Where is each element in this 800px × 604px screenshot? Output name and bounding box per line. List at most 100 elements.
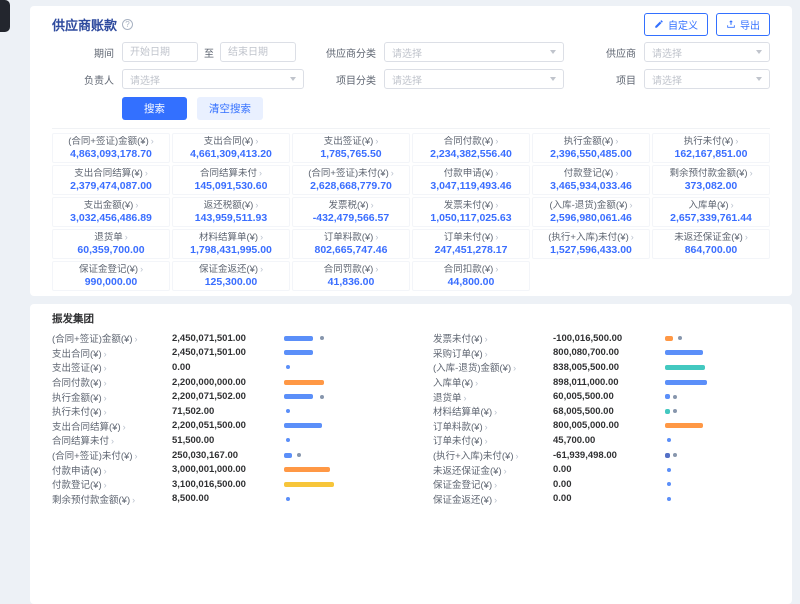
metric-bar bbox=[284, 438, 389, 443]
stat-item[interactable]: 合同付款(¥)›2,234,382,556.40 bbox=[412, 133, 530, 163]
chevron-right-icon: › bbox=[259, 168, 262, 178]
metric-label[interactable]: 订单料款(¥)› bbox=[433, 419, 553, 433]
metric-bar-segment bbox=[284, 482, 334, 487]
stat-item[interactable]: 保证金登记(¥)›990,000.00 bbox=[52, 261, 170, 291]
chevron-right-icon: › bbox=[391, 168, 394, 178]
stat-item[interactable]: 执行未付(¥)›162,167,851.00 bbox=[652, 133, 770, 163]
stat-item[interactable]: (合同+签证)未付(¥)›2,628,668,779.70 bbox=[292, 165, 410, 195]
metric-label[interactable]: 支出签证(¥)› bbox=[52, 360, 172, 374]
metric-bar bbox=[665, 423, 770, 428]
metric-label[interactable]: 支出合同(¥)› bbox=[52, 346, 172, 360]
chevron-right-icon: › bbox=[255, 200, 258, 210]
stat-item[interactable]: 返还税额(¥)›143,959,511.93 bbox=[172, 197, 290, 227]
metric-label[interactable]: 执行金额(¥)› bbox=[52, 390, 172, 404]
chevron-right-icon: › bbox=[485, 422, 488, 432]
help-icon[interactable]: ? bbox=[122, 19, 133, 30]
metric-label[interactable]: (入库-退货)金额(¥)› bbox=[433, 360, 553, 374]
metric-label[interactable]: 采购订单(¥)› bbox=[433, 346, 553, 360]
stat-label: 合同罚款(¥)› bbox=[294, 264, 408, 275]
metric-label[interactable]: 退货单› bbox=[433, 390, 553, 404]
metric-value: 0.00 bbox=[553, 464, 657, 475]
customize-button[interactable]: 自定义 bbox=[644, 13, 708, 36]
stat-item[interactable]: 发票未付(¥)›1,050,117,025.63 bbox=[412, 197, 530, 227]
metric-label[interactable]: 未返还保证金(¥)› bbox=[433, 463, 553, 477]
chevron-right-icon: › bbox=[631, 232, 634, 242]
metric-bar-segment bbox=[665, 365, 705, 370]
metric-label[interactable]: 保证金登记(¥)› bbox=[433, 477, 553, 491]
metric-bar bbox=[665, 336, 770, 341]
search-button[interactable]: 搜索 bbox=[122, 97, 187, 120]
supplier-category-select[interactable]: 请选择 bbox=[384, 42, 564, 62]
stat-value: 1,798,431,995.00 bbox=[174, 244, 288, 256]
export-button[interactable]: 导出 bbox=[716, 13, 770, 36]
metric-row: 保证金返还(¥)›0.00 bbox=[433, 492, 770, 507]
end-date-input[interactable] bbox=[220, 42, 296, 62]
metric-value: 250,030,167.00 bbox=[172, 450, 276, 461]
stat-item[interactable]: (合同+签证)金额(¥)›4,863,093,178.70 bbox=[52, 133, 170, 163]
metric-label[interactable]: 入库单(¥)› bbox=[433, 375, 553, 389]
supplier-select[interactable]: 请选择 bbox=[644, 42, 770, 62]
metric-label[interactable]: 保证金返还(¥)› bbox=[433, 492, 553, 506]
stat-item[interactable]: 支出合同(¥)›4,661,309,413.20 bbox=[172, 133, 290, 163]
stat-item[interactable]: 支出合同结算(¥)›2,379,474,087.00 bbox=[52, 165, 170, 195]
metric-value: -100,016,500.00 bbox=[553, 333, 657, 344]
chevron-right-icon: › bbox=[475, 378, 478, 388]
stat-item[interactable]: (执行+入库)未付(¥)›1,527,596,433.00 bbox=[532, 229, 650, 259]
stat-item[interactable]: 剩余预付款金额(¥)›373,082.00 bbox=[652, 165, 770, 195]
stat-value: 4,863,093,178.70 bbox=[54, 148, 168, 160]
chevron-down-icon bbox=[550, 50, 556, 54]
stat-item[interactable]: 入库单(¥)›2,657,339,761.44 bbox=[652, 197, 770, 227]
stat-item[interactable]: 付款登记(¥)›3,465,934,033.46 bbox=[532, 165, 650, 195]
stat-item[interactable]: 退货单›60,359,700.00 bbox=[52, 229, 170, 259]
stat-item[interactable]: 订单未付(¥)›247,451,278.17 bbox=[412, 229, 530, 259]
metric-label[interactable]: 订单未付(¥)› bbox=[433, 433, 553, 447]
stat-item[interactable]: 支出金额(¥)›3,032,456,486.89 bbox=[52, 197, 170, 227]
stat-item[interactable]: 支出签证(¥)›1,785,765.50 bbox=[292, 133, 410, 163]
project-select[interactable]: 请选择 bbox=[644, 69, 770, 89]
stat-label: 材料结算单(¥)› bbox=[174, 232, 288, 243]
group-right-column: 发票未付(¥)›-100,016,500.00采购订单(¥)›800,080,7… bbox=[433, 331, 770, 506]
project-category-select[interactable]: 请选择 bbox=[384, 69, 564, 89]
chevron-right-icon: › bbox=[731, 200, 734, 210]
metric-label[interactable]: 付款申请(¥)› bbox=[52, 463, 172, 477]
stat-item[interactable]: 合同结算未付›145,091,530.60 bbox=[172, 165, 290, 195]
metric-value: 898,011,000.00 bbox=[553, 377, 657, 388]
stat-item[interactable]: 订单料款(¥)›802,665,747.46 bbox=[292, 229, 410, 259]
stat-value: 2,234,382,556.40 bbox=[414, 148, 528, 160]
stat-value: 1,527,596,433.00 bbox=[534, 244, 648, 256]
chevron-right-icon: › bbox=[735, 136, 738, 146]
metric-label[interactable]: 合同结算未付› bbox=[52, 433, 172, 447]
chevron-right-icon: › bbox=[513, 363, 516, 373]
start-date-input[interactable] bbox=[122, 42, 198, 62]
metric-bar bbox=[284, 350, 389, 355]
sidebar-drawer-handle[interactable] bbox=[0, 0, 10, 32]
metric-label[interactable]: 支出合同结算(¥)› bbox=[52, 419, 172, 433]
stat-item[interactable]: 合同罚款(¥)›41,836.00 bbox=[292, 261, 410, 291]
stat-item[interactable]: 材料结算单(¥)›1,798,431,995.00 bbox=[172, 229, 290, 259]
owner-select[interactable]: 请选择 bbox=[122, 69, 304, 89]
stat-item[interactable]: 发票税(¥)›-432,479,566.57 bbox=[292, 197, 410, 227]
metric-label[interactable]: 发票未付(¥)› bbox=[433, 331, 553, 345]
metric-label[interactable]: 合同付款(¥)› bbox=[52, 375, 172, 389]
metric-label[interactable]: 执行未付(¥)› bbox=[52, 404, 172, 418]
metric-bar bbox=[284, 482, 389, 487]
stat-item[interactable]: 付款申请(¥)›3,047,119,493.46 bbox=[412, 165, 530, 195]
metric-label[interactable]: 剩余预付款金额(¥)› bbox=[52, 492, 172, 506]
stat-label: (合同+签证)金额(¥)› bbox=[54, 136, 168, 147]
metric-bar bbox=[284, 380, 389, 385]
stat-item[interactable]: 保证金返还(¥)›125,300.00 bbox=[172, 261, 290, 291]
stat-item[interactable]: 未返还保证金(¥)›864,700.00 bbox=[652, 229, 770, 259]
metric-label[interactable]: (合同+签证)未付(¥)› bbox=[52, 448, 172, 462]
export-icon bbox=[726, 19, 736, 29]
stat-item[interactable]: 合同扣款(¥)›44,800.00 bbox=[412, 261, 530, 291]
stat-item[interactable]: (入库-退货)金额(¥)›2,596,980,061.46 bbox=[532, 197, 650, 227]
stat-item[interactable]: 执行金额(¥)›2,396,550,485.00 bbox=[532, 133, 650, 163]
stat-value: 44,800.00 bbox=[414, 276, 528, 288]
metric-row: 付款登记(¥)›3,100,016,500.00 bbox=[52, 477, 389, 492]
clear-search-button[interactable]: 清空搜索 bbox=[197, 97, 263, 120]
metric-label[interactable]: 材料结算单(¥)› bbox=[433, 404, 553, 418]
metric-label[interactable]: (执行+入库)未付(¥)› bbox=[433, 448, 553, 462]
metric-label[interactable]: 付款登记(¥)› bbox=[52, 477, 172, 491]
metric-label[interactable]: (合同+签证)金额(¥)› bbox=[52, 331, 172, 345]
stat-label: 未返还保证金(¥)› bbox=[654, 232, 768, 243]
